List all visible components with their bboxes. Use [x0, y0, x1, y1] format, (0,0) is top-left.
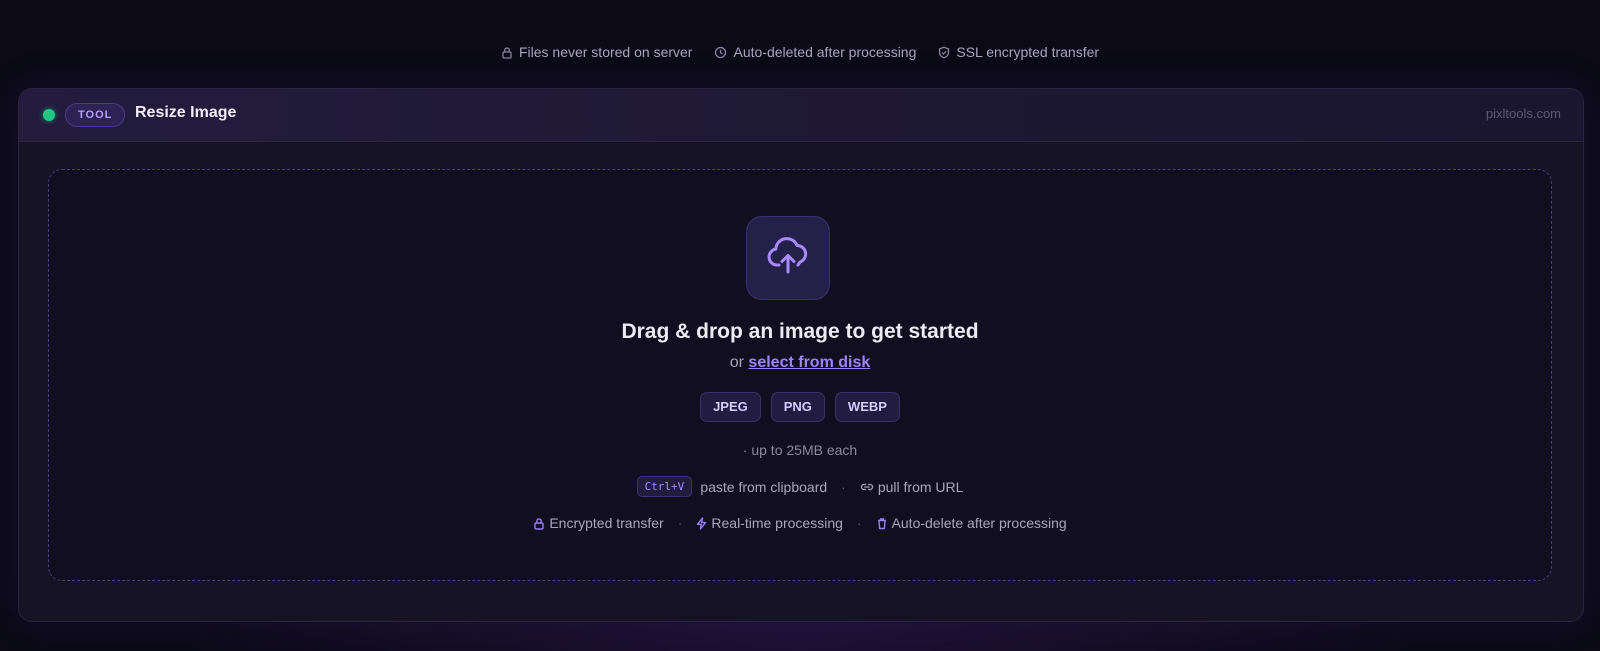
feature-realtime: Real-time processing [696, 515, 843, 531]
tool-badge: TOOL [65, 103, 126, 127]
trust-item-not-stored: Files never stored on server [501, 44, 693, 60]
feature-encrypted: Encrypted transfer [533, 515, 664, 531]
feature-list: Encrypted transfer · Real-time processin… [49, 515, 1551, 531]
trust-item-ssl: SSL encrypted transfer [938, 44, 1099, 60]
or-text: or [729, 354, 744, 371]
trust-label: SSL encrypted transfer [956, 44, 1100, 60]
format-badge-png: PNG [770, 392, 825, 422]
trust-label: Files never stored on server [518, 44, 693, 60]
status-indicator [43, 109, 55, 121]
tool-title: Resize Image [135, 104, 237, 121]
input-helpers: Ctrl+V paste from clipboard · pull from … [49, 476, 1551, 497]
site-domain: pixltools.com [1485, 106, 1561, 121]
url-label: pull from URL [877, 478, 964, 495]
feature-label: Encrypted transfer [549, 515, 664, 531]
card-header: TOOL Resize Image pixltools.com [19, 89, 1583, 142]
dropzone-subline: or select from disk [49, 354, 1551, 372]
format-list: JPEG PNG WEBP [49, 392, 1551, 422]
cloud-upload-icon [766, 236, 810, 281]
select-from-disk-link[interactable]: select from disk [748, 354, 870, 371]
pull-from-url-button[interactable]: pull from URL [860, 478, 964, 495]
lock-icon [533, 517, 545, 530]
separator-dot: · [856, 515, 862, 531]
bolt-icon [696, 516, 707, 530]
shield-icon [938, 45, 950, 59]
separator-dot: · [677, 515, 683, 531]
upload-icon-box[interactable] [746, 216, 830, 300]
lock-icon [501, 46, 513, 59]
format-badge-webp: WEBP [834, 392, 900, 422]
feature-label: Real-time processing [711, 515, 843, 531]
feature-auto-delete: Auto-delete after processing [876, 515, 1067, 531]
dropzone[interactable]: Drag & drop an image to get started or s… [48, 169, 1552, 581]
paste-shortcut-key: Ctrl+V [636, 476, 693, 497]
trust-item-auto-deleted: Auto-deleted after processing [714, 44, 916, 60]
link-icon [860, 479, 874, 495]
format-badge-jpeg: JPEG [700, 392, 761, 422]
dropzone-headline: Drag & drop an image to get started [621, 320, 979, 343]
paste-label: paste from clipboard [700, 478, 828, 495]
trust-bar: Files never stored on server Auto-delete… [0, 44, 1600, 60]
tool-card: TOOL Resize Image pixltools.com Drag & d… [18, 88, 1584, 622]
trash-icon [876, 517, 888, 530]
trust-label: Auto-deleted after processing [733, 44, 917, 60]
size-limit: · up to 25MB each [742, 442, 858, 458]
feature-label: Auto-delete after processing [891, 515, 1067, 531]
clock-icon [714, 46, 727, 59]
separator-dot: · [841, 478, 846, 495]
